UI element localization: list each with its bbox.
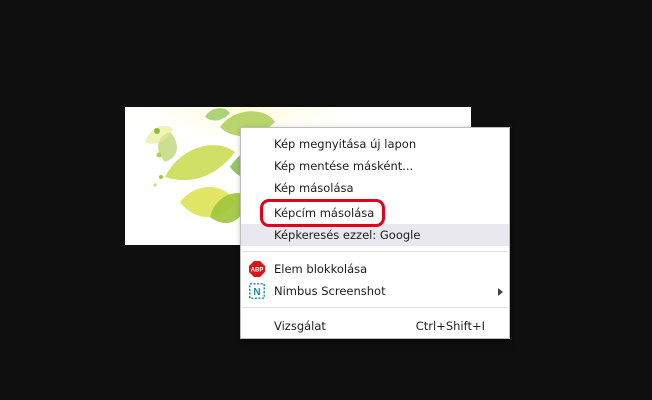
submenu-arrow-icon <box>498 288 503 296</box>
menu-item-label: Képkeresés ezzel: Google <box>274 228 421 242</box>
menu-separator <box>242 307 508 308</box>
menu-item-block-element[interactable]: ABP Elem blokkolása <box>241 258 509 280</box>
menu-item-label: Kép másolása <box>274 181 354 195</box>
menu-item-label: Elem blokkolása <box>274 262 368 276</box>
abp-icon: ABP <box>249 261 265 277</box>
menu-item-copy-image[interactable]: Kép másolása <box>241 177 509 199</box>
menu-item-inspect[interactable]: Vizsgálat Ctrl+Shift+I <box>241 315 509 337</box>
menu-item-save-image-as[interactable]: Kép mentése másként... <box>241 155 509 177</box>
menu-item-shortcut: Ctrl+Shift+I <box>415 319 485 333</box>
menu-item-label: Kép megnyitása új lapon <box>274 137 417 151</box>
menu-item-label: Kép mentése másként... <box>274 159 414 173</box>
menu-item-search-image-google[interactable]: Képkeresés ezzel: Google <box>241 224 509 246</box>
nimbus-icon-text: N <box>253 287 260 298</box>
menu-item-open-image-new-tab[interactable]: Kép megnyitása új lapon <box>241 133 509 155</box>
nimbus-icon: N <box>249 283 265 299</box>
abp-icon-text: ABP <box>251 268 264 274</box>
menu-item-nimbus-screenshot[interactable]: N Nimbus Screenshot <box>241 280 509 302</box>
context-menu: Kép megnyitása új lapon Kép mentése másk… <box>240 127 510 339</box>
menu-item-copy-image-address[interactable]: Képcím másolása <box>241 202 509 224</box>
screen: Kép megnyitása új lapon Kép mentése másk… <box>0 0 652 400</box>
menu-separator <box>242 251 508 252</box>
menu-item-label: Vizsgálat <box>274 319 326 333</box>
menu-item-label: Képcím másolása <box>274 206 375 220</box>
menu-item-label: Nimbus Screenshot <box>274 284 386 298</box>
